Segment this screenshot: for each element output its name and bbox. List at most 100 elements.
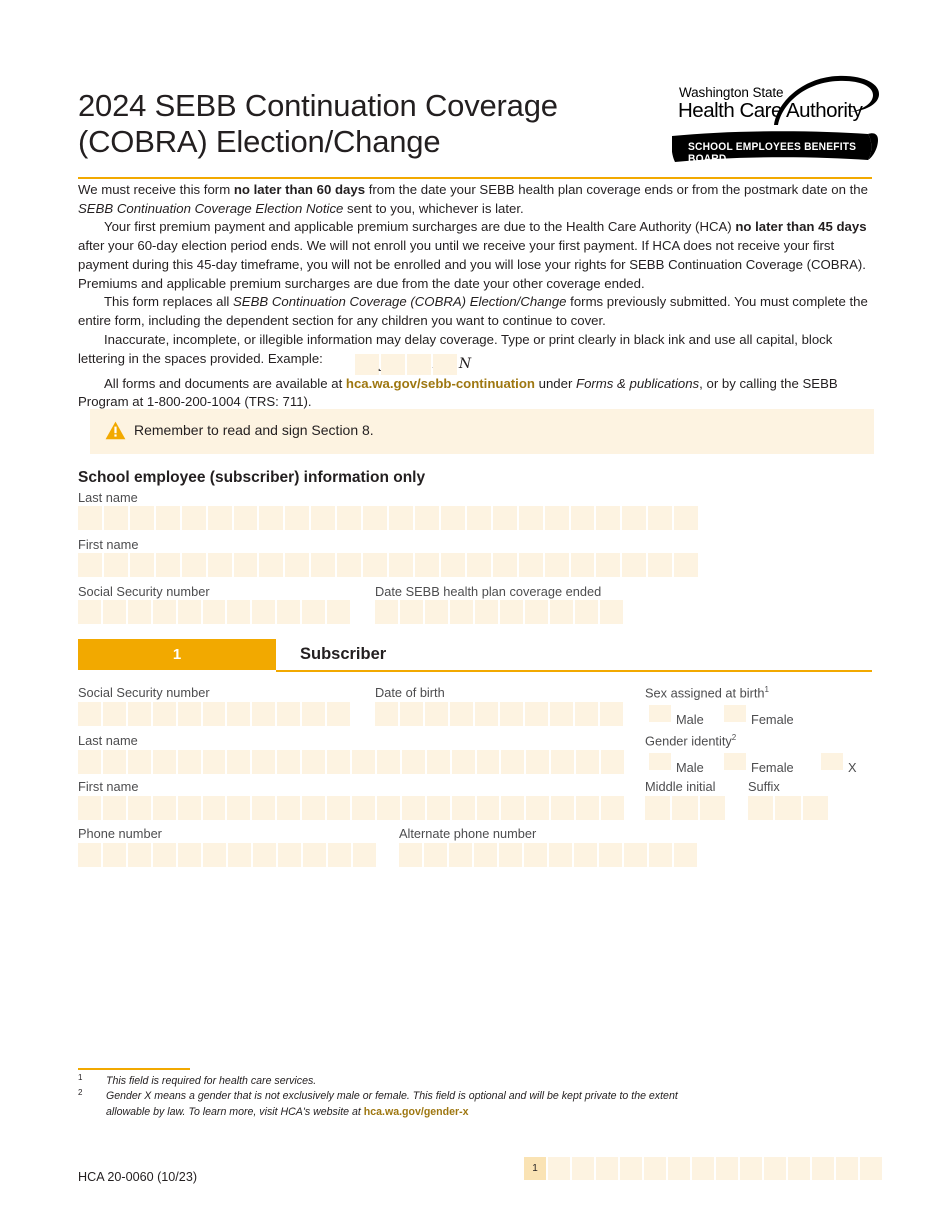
input-cell[interactable] (152, 702, 178, 726)
input-subscriber-last-name[interactable] (78, 750, 624, 774)
input-cell[interactable] (748, 796, 776, 820)
input-cell[interactable] (252, 702, 278, 726)
input-cell[interactable] (525, 702, 550, 726)
input-cell[interactable] (327, 600, 350, 624)
input-subscriber-ssn[interactable] (78, 702, 350, 726)
input-cell[interactable] (252, 750, 278, 774)
input-cell[interactable] (551, 796, 577, 820)
input-cell[interactable] (600, 702, 623, 726)
input-cell[interactable] (202, 702, 228, 726)
input-cell[interactable] (351, 796, 377, 820)
input-cell[interactable] (78, 506, 104, 530)
input-cell[interactable] (207, 553, 234, 577)
input-cell[interactable] (518, 506, 545, 530)
input-cell[interactable] (353, 843, 376, 867)
input-cell[interactable] (277, 796, 303, 820)
input-cell[interactable] (311, 553, 338, 577)
input-cell[interactable] (259, 553, 286, 577)
input-cell[interactable] (302, 702, 328, 726)
input-suffix[interactable] (748, 796, 828, 820)
input-cell[interactable] (375, 600, 400, 624)
input-cell[interactable] (227, 750, 253, 774)
input-cell[interactable] (501, 796, 527, 820)
input-cell[interactable] (155, 553, 182, 577)
input-cell[interactable] (227, 702, 253, 726)
input-cell[interactable] (277, 750, 303, 774)
input-cell[interactable] (424, 843, 449, 867)
input-cell[interactable] (302, 796, 328, 820)
input-cell[interactable] (425, 702, 450, 726)
input-cell[interactable] (102, 750, 128, 774)
input-cell[interactable] (233, 506, 260, 530)
input-cell[interactable] (399, 843, 424, 867)
input-cell[interactable] (550, 702, 575, 726)
input-cell[interactable] (622, 506, 649, 530)
input-cell[interactable] (177, 796, 203, 820)
input-employee-ssn[interactable] (78, 600, 350, 624)
input-cell[interactable] (476, 750, 502, 774)
input-cell[interactable] (78, 600, 103, 624)
input-cell[interactable] (228, 843, 253, 867)
input-phone-number[interactable] (78, 843, 376, 867)
input-cell[interactable] (518, 553, 545, 577)
input-cell[interactable] (425, 600, 450, 624)
input-cell[interactable] (570, 553, 597, 577)
input-cell[interactable] (127, 600, 153, 624)
input-cell[interactable] (311, 506, 338, 530)
input-cell[interactable] (401, 750, 427, 774)
input-cell[interactable] (328, 843, 353, 867)
input-cell[interactable] (699, 796, 725, 820)
checkbox-sex-male[interactable] (649, 705, 671, 722)
input-cell[interactable] (337, 553, 364, 577)
input-cell[interactable] (103, 843, 128, 867)
input-cell[interactable] (102, 600, 128, 624)
input-cell[interactable] (544, 553, 571, 577)
input-cell[interactable] (127, 702, 153, 726)
input-cell[interactable] (624, 843, 649, 867)
input-cell[interactable] (501, 750, 527, 774)
input-cell[interactable] (327, 796, 352, 820)
input-cell[interactable] (302, 750, 328, 774)
input-middle-initial[interactable] (645, 796, 725, 820)
input-cell[interactable] (649, 843, 674, 867)
input-cell[interactable] (252, 600, 278, 624)
input-cell[interactable] (152, 750, 178, 774)
input-employee-first-name[interactable] (78, 553, 699, 577)
checkbox-gender-male[interactable] (649, 753, 671, 770)
input-cell[interactable] (202, 796, 228, 820)
input-cell[interactable] (177, 702, 203, 726)
input-cell[interactable] (550, 600, 575, 624)
input-cell[interactable] (466, 506, 493, 530)
input-cell[interactable] (278, 843, 303, 867)
input-cell[interactable] (570, 506, 597, 530)
input-cell[interactable] (500, 702, 525, 726)
input-cell[interactable] (601, 750, 624, 774)
input-cell[interactable] (285, 553, 312, 577)
input-cell[interactable] (127, 750, 153, 774)
input-cell[interactable] (451, 796, 477, 820)
input-cell[interactable] (526, 796, 552, 820)
input-cell[interactable] (252, 796, 278, 820)
input-cell[interactable] (78, 702, 103, 726)
checkbox-gender-x[interactable] (821, 753, 843, 770)
input-cell[interactable] (363, 553, 390, 577)
input-cell[interactable] (363, 506, 390, 530)
input-cell[interactable] (375, 702, 400, 726)
input-cell[interactable] (376, 750, 402, 774)
input-cell[interactable] (526, 750, 552, 774)
checkbox-gender-female[interactable] (724, 753, 746, 770)
input-cell[interactable] (155, 506, 182, 530)
input-cell[interactable] (302, 600, 328, 624)
input-cell[interactable] (400, 702, 425, 726)
input-cell[interactable] (337, 506, 364, 530)
input-cell[interactable] (414, 553, 441, 577)
input-cell[interactable] (327, 750, 352, 774)
input-cell[interactable] (401, 796, 427, 820)
input-cell[interactable] (389, 553, 415, 577)
input-cell[interactable] (389, 506, 415, 530)
input-cell[interactable] (400, 600, 425, 624)
input-cell[interactable] (450, 600, 475, 624)
input-cell[interactable] (351, 750, 377, 774)
input-cell[interactable] (549, 843, 574, 867)
input-cell[interactable] (575, 600, 600, 624)
